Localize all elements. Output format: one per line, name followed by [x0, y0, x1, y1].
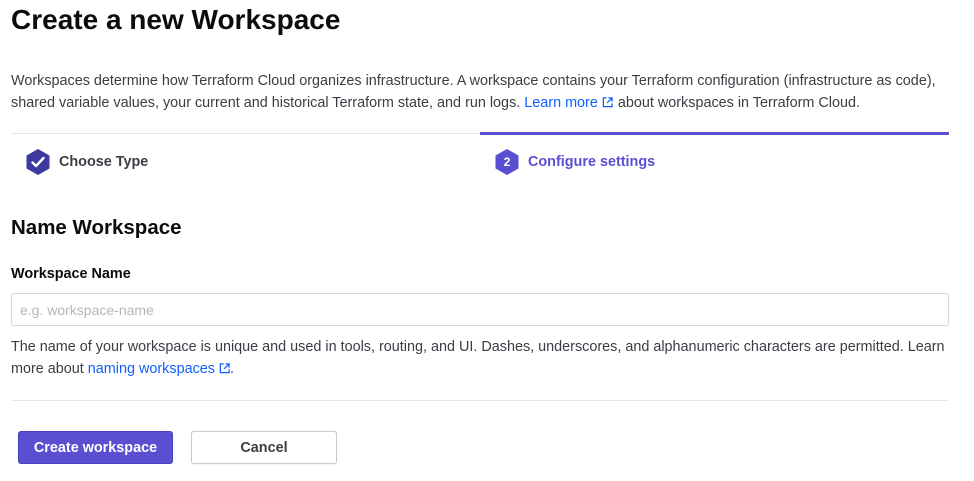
form-divider — [11, 400, 949, 401]
learn-more-link[interactable]: Learn more — [524, 95, 618, 111]
workspace-name-input[interactable] — [11, 293, 949, 326]
intro-description: Workspaces determine how Terraform Cloud… — [11, 70, 946, 114]
section-title: Name Workspace — [11, 216, 182, 239]
step-configure-settings-label: Configure settings — [528, 154, 656, 170]
step-choose-type-label: Choose Type — [59, 154, 149, 170]
external-link-icon — [219, 363, 230, 374]
cancel-button[interactable]: Cancel — [191, 431, 337, 464]
create-workspace-button[interactable]: Create workspace — [18, 431, 173, 464]
help-text-after: . — [229, 361, 234, 377]
step-choose-type[interactable]: Choose Type — [25, 148, 148, 176]
step-number-badge: 2 — [494, 148, 520, 176]
wizard-steps: Choose Type 2 Configure settings — [11, 132, 949, 189]
naming-workspaces-link[interactable]: naming workspaces — [88, 361, 230, 377]
page-title: Create a new Workspace — [11, 4, 341, 35]
naming-workspaces-link-label: naming workspaces — [87, 361, 215, 377]
create-workspace-page: Create a new Workspace Workspaces determ… — [0, 0, 974, 481]
learn-more-link-label: Learn more — [524, 95, 598, 111]
workspace-name-help: The name of your workspace is unique and… — [11, 336, 949, 380]
external-link-icon — [602, 97, 613, 108]
check-icon — [25, 148, 51, 176]
active-step-indicator — [480, 132, 949, 135]
intro-text-after: about workspaces in Terraform Cloud. — [617, 95, 860, 111]
workspace-name-label: Workspace Name — [11, 266, 131, 282]
step-configure-settings[interactable]: 2 Configure settings — [494, 148, 655, 176]
step-number: 2 — [503, 155, 511, 169]
